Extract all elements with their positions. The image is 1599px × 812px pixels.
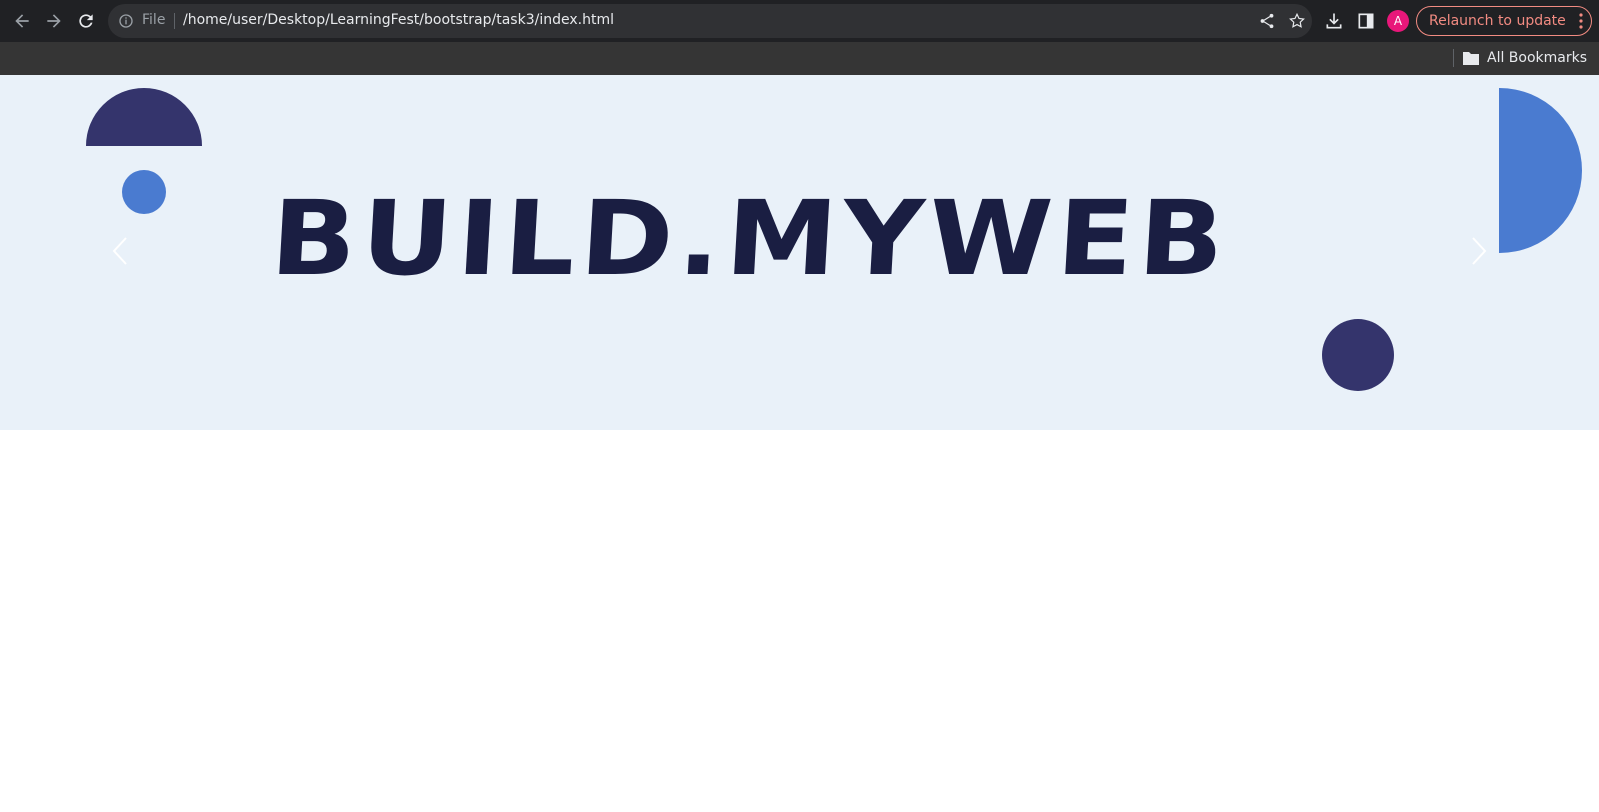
arrow-right-icon [47, 14, 61, 28]
all-bookmarks-label: All Bookmarks [1487, 50, 1588, 66]
carousel-next-button[interactable] [1464, 231, 1494, 271]
page-viewport: BUILD.MYWEB [0, 75, 1599, 812]
brand-banner: BUILD.MYWEB [0, 179, 1500, 299]
more-vertical-icon[interactable] [1579, 13, 1583, 29]
reload-icon [79, 14, 93, 28]
profile-avatar[interactable]: A [1387, 10, 1409, 32]
all-bookmarks-button[interactable]: All Bookmarks [1463, 47, 1587, 69]
download-icon[interactable] [1324, 11, 1344, 31]
address-bar[interactable]: File /home/user/Desktop/LearningFest/boo… [108, 4, 1312, 38]
arrow-left-icon [15, 14, 29, 28]
half-circle-right-decoration [1499, 88, 1582, 253]
url-text[interactable]: /home/user/Desktop/LearningFest/bootstra… [183, 12, 614, 28]
side-panel-icon[interactable] [1356, 11, 1376, 31]
back-button[interactable] [10, 9, 34, 33]
folder-icon [1463, 52, 1479, 65]
omnibox-divider [174, 13, 175, 29]
carousel-prev-button[interactable] [105, 231, 135, 271]
relaunch-label: Relaunch to update [1429, 13, 1566, 29]
chevron-left-icon [112, 237, 127, 265]
relaunch-button[interactable]: Relaunch to update [1416, 6, 1592, 36]
bookmarks-bar: All Bookmarks [0, 42, 1599, 75]
info-icon[interactable] [118, 13, 134, 29]
brand-logo-text: BUILD.MYWEB [267, 179, 1233, 299]
browser-toolbar: File /home/user/Desktop/LearningFest/boo… [0, 0, 1599, 42]
half-circle-top-decoration [86, 88, 202, 146]
large-circle-decoration [1322, 319, 1394, 391]
hero-carousel: BUILD.MYWEB [0, 75, 1599, 430]
browser-chrome: File /home/user/Desktop/LearningFest/boo… [0, 0, 1599, 75]
reload-button[interactable] [74, 9, 98, 33]
chevron-right-icon [1472, 237, 1487, 265]
url-scheme-label: File [142, 12, 166, 28]
forward-button[interactable] [42, 9, 66, 33]
star-icon[interactable] [1288, 12, 1306, 30]
bookmarks-divider [1453, 49, 1454, 67]
share-icon[interactable] [1258, 12, 1276, 30]
